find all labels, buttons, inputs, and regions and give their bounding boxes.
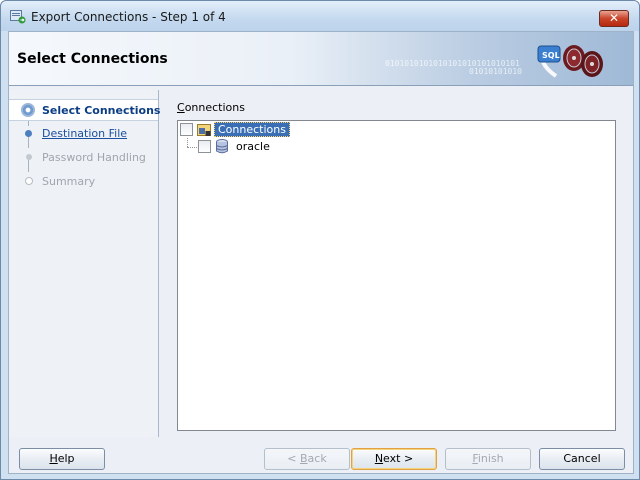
- tree-connector: [187, 138, 188, 147]
- sql-export-graphic-icon: SQL: [537, 45, 603, 78]
- connections-label-rest: onnections: [184, 101, 245, 114]
- connections-tree[interactable]: Connections oracle: [177, 120, 616, 431]
- page-title: Select Connections: [17, 51, 168, 67]
- oracle-checkbox[interactable]: [198, 140, 211, 153]
- close-icon: ✕: [608, 11, 620, 25]
- back-mnemonic: B: [300, 452, 308, 465]
- next-mnemonic: N: [374, 452, 384, 465]
- step-bullet-icon: [26, 154, 32, 160]
- finish-button[interactable]: Finish: [445, 448, 531, 470]
- help-button[interactable]: Help: [19, 448, 105, 470]
- export-connections-dialog: Export Connections - Step 1 of 4 ✕ Selec…: [0, 0, 640, 480]
- nav-step-label: Destination File: [42, 127, 128, 140]
- export-connections-icon: [10, 10, 26, 24]
- back-button[interactable]: < Back: [264, 448, 350, 470]
- nav-step-destination-file[interactable]: Destination File: [9, 123, 158, 145]
- next-label: ext >: [383, 452, 414, 465]
- connections-label-mnemonic: C: [177, 101, 185, 114]
- database-icon: [216, 139, 228, 154]
- nav-step-label: Summary: [42, 175, 96, 188]
- sql-graphic-text: SQL: [542, 51, 560, 60]
- next-button[interactable]: Next >: [351, 448, 437, 470]
- nav-step-label: Password Handling: [42, 151, 146, 164]
- title-bar[interactable]: Export Connections - Step 1 of 4 ✕: [1, 1, 639, 31]
- tree-node-label: oracle: [236, 140, 270, 153]
- wizard-header: Select Connections 010101010101010101010…: [9, 32, 633, 86]
- connections-label: Connections: [177, 101, 245, 114]
- back-prefix: <: [287, 452, 300, 465]
- connections-folder-icon: [197, 124, 211, 136]
- step-bullet-icon: [25, 130, 32, 137]
- nav-step-password-handling: Password Handling: [9, 147, 158, 169]
- tree-node-label: Connections: [214, 122, 290, 137]
- header-binary-decoration-2: 01010101010: [469, 67, 522, 76]
- cancel-label: Cancel: [563, 452, 601, 465]
- nav-step-summary: Summary: [9, 171, 158, 193]
- dialog-body: Select Connections 010101010101010101010…: [8, 31, 634, 474]
- back-label: ack: [307, 452, 327, 465]
- nav-step-label: Select Connections: [42, 104, 161, 117]
- window-title: Export Connections - Step 1 of 4: [31, 10, 226, 24]
- tree-node-connections[interactable]: Connections: [180, 122, 380, 138]
- nav-step-select-connections[interactable]: Select Connections: [9, 99, 161, 121]
- finish-label: inish: [477, 452, 504, 465]
- tree-node-oracle[interactable]: oracle: [198, 139, 398, 155]
- cancel-button[interactable]: Cancel: [539, 448, 625, 470]
- step-bullet-icon: [25, 177, 33, 185]
- connections-checkbox[interactable]: [180, 123, 193, 136]
- wizard-steps-nav: Select Connections Destination File Pass…: [9, 90, 161, 437]
- tree-connector: [187, 147, 197, 148]
- current-step-icon: [21, 103, 35, 117]
- help-mnemonic: H: [49, 452, 58, 465]
- help-label: elp: [57, 452, 75, 465]
- close-button[interactable]: ✕: [599, 10, 629, 27]
